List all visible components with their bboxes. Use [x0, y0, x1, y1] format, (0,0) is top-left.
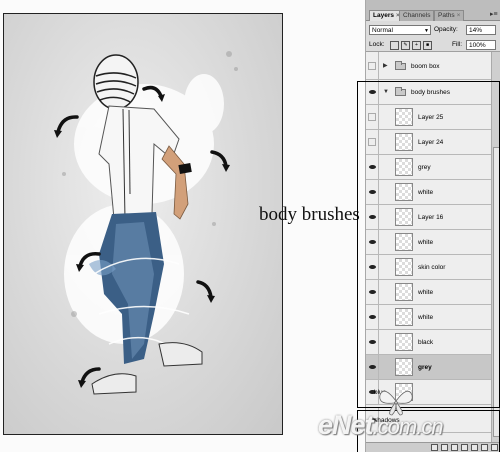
document-canvas[interactable] [0, 0, 365, 452]
tab-channels[interactable]: Channels [399, 10, 435, 21]
panel-menu-icon[interactable]: ▸≡ [490, 11, 498, 19]
lock-options: ✎ + ■ [390, 41, 432, 51]
layer-group-row[interactable]: ▶ boom box [366, 52, 491, 80]
blend-mode-select[interactable]: Normal ▼ [369, 25, 431, 35]
tab-label: Layers [373, 12, 394, 19]
tab-label: Channels [403, 12, 431, 19]
lock-all-icon[interactable]: ■ [423, 41, 432, 50]
watermark-domain: .com.cn [372, 414, 444, 439]
tab-label: Paths [438, 12, 455, 19]
lock-label: Lock: [369, 41, 385, 48]
layer-options: Normal ▼ Opacity: 14% Lock: ✎ + ■ Fill: 1… [366, 21, 500, 52]
dancer-illustration [54, 51, 238, 395]
annotation-caption: body brushes [259, 204, 360, 225]
artwork-image [3, 13, 283, 435]
visibility-toggle[interactable] [366, 52, 379, 79]
site-watermark: eNet.com.cn [318, 410, 444, 441]
fill-label: Fill: [452, 41, 463, 48]
chevron-down-icon: ▼ [424, 28, 429, 34]
layer-name: boom box [411, 63, 440, 70]
expand-arrow-icon[interactable]: ▶ [383, 62, 388, 69]
blend-mode-value: Normal [372, 27, 393, 34]
folder-icon [395, 61, 406, 70]
fill-input[interactable]: 100% [466, 40, 496, 50]
tab-paths[interactable]: Paths × [434, 10, 465, 21]
highlight-box-body-brushes [357, 81, 500, 408]
opacity-input[interactable]: 14% [466, 25, 496, 35]
panel-tabs: Layers × Channels Paths × ▸≡ [366, 0, 500, 21]
watermark-brand: eNet [318, 410, 374, 440]
opacity-label: Opacity: [434, 26, 458, 33]
lock-transparent-icon[interactable] [390, 41, 399, 50]
lock-image-icon[interactable]: ✎ [401, 41, 410, 50]
close-icon[interactable]: × [457, 12, 461, 19]
lock-position-icon[interactable]: + [412, 41, 421, 50]
